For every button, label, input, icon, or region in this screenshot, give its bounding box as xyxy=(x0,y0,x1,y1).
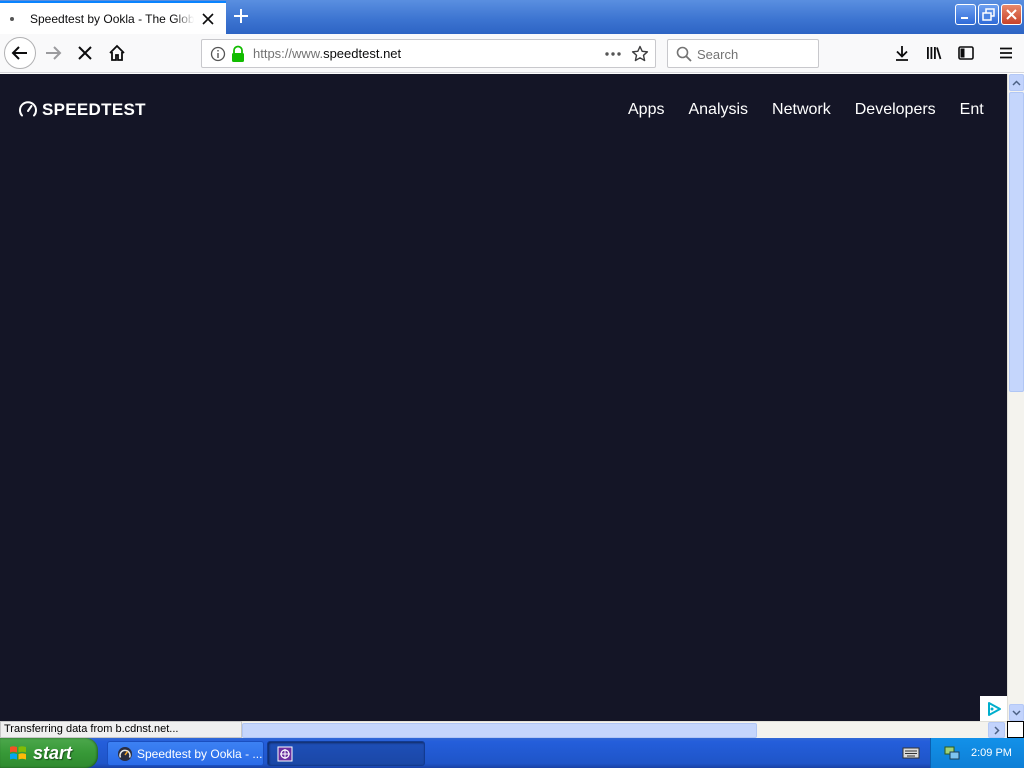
menu-button[interactable] xyxy=(991,38,1021,68)
chevron-right-icon xyxy=(993,725,1000,735)
horizontal-scrollbar[interactable] xyxy=(242,721,1007,738)
search-bar[interactable] xyxy=(667,39,819,68)
chevron-down-icon xyxy=(1012,709,1021,716)
taskbar-item-label: Speedtest by Ookla - ... xyxy=(137,746,263,761)
scroll-right-button[interactable] xyxy=(988,722,1005,738)
url-prefix: https://www. xyxy=(253,46,324,61)
scroll-down-button[interactable] xyxy=(1009,704,1024,721)
web-content: SPEEDTEST Apps Analysis Network Develope… xyxy=(0,74,1007,721)
library-button[interactable] xyxy=(919,38,949,68)
vertical-scroll-thumb[interactable] xyxy=(1009,92,1024,392)
scrollbar-corner xyxy=(1007,721,1024,738)
network-icon[interactable] xyxy=(943,744,961,762)
site-nav: Apps Analysis Network Developers Ent xyxy=(616,100,996,120)
stop-icon xyxy=(78,46,92,60)
status-bar: Transferring data from b.cdnst.net... xyxy=(0,721,242,738)
new-tab-button[interactable] xyxy=(230,5,252,27)
app-icon xyxy=(277,746,293,761)
nav-enterprise[interactable]: Ent xyxy=(948,100,996,120)
stop-button[interactable] xyxy=(70,38,100,68)
forward-icon xyxy=(46,46,62,60)
star-icon[interactable] xyxy=(631,45,649,63)
keyboard-icon[interactable] xyxy=(902,745,920,761)
menu-icon xyxy=(1000,47,1012,59)
gauge-icon xyxy=(19,101,37,117)
close-tab-icon[interactable] xyxy=(200,11,216,27)
tab-bar: Speedtest by Ookla - The Global Broadban… xyxy=(0,0,1024,34)
url-bar[interactable]: https://www.speedtest.net xyxy=(201,39,656,68)
lock-icon[interactable] xyxy=(230,45,246,63)
taskbar: start Speedtest by Ookla - ... 2:09 PM xyxy=(0,738,1024,768)
search-icon xyxy=(676,46,692,62)
nav-toolbar: https://www.speedtest.net xyxy=(0,34,1024,73)
minimize-icon xyxy=(961,17,968,19)
restore-icon xyxy=(982,8,995,21)
nav-analysis[interactable]: Analysis xyxy=(676,100,760,120)
back-icon xyxy=(11,46,27,60)
tab-speedtest[interactable]: Speedtest by Ookla - The Global Broadban… xyxy=(0,1,226,34)
url-text[interactable]: https://www.speedtest.net xyxy=(253,46,401,61)
ad-choices-badge[interactable] xyxy=(980,696,1007,721)
vertical-scrollbar[interactable] xyxy=(1007,74,1024,721)
more-icon[interactable] xyxy=(603,46,623,62)
start-label: start xyxy=(33,742,73,763)
back-button[interactable] xyxy=(4,37,36,69)
start-button[interactable]: start xyxy=(0,738,98,768)
loading-icon xyxy=(10,16,14,21)
taskbar-item-speedtest[interactable]: Speedtest by Ookla - ... xyxy=(107,741,264,766)
taskbar-item-app[interactable] xyxy=(267,741,425,766)
horizontal-scroll-thumb[interactable] xyxy=(242,723,757,738)
downloads-button[interactable] xyxy=(887,38,917,68)
home-button[interactable] xyxy=(102,38,132,68)
nav-developers[interactable]: Developers xyxy=(843,100,948,120)
restore-button[interactable] xyxy=(978,4,999,25)
close-window-button[interactable] xyxy=(1001,4,1022,25)
gauge-icon xyxy=(118,746,132,761)
system-tray: 2:09 PM xyxy=(930,738,1024,768)
library-icon xyxy=(927,47,942,60)
info-icon[interactable] xyxy=(210,46,226,62)
scroll-up-button[interactable] xyxy=(1009,74,1024,91)
tab-title: Speedtest by Ookla - The Global Broadban… xyxy=(30,11,194,26)
nav-apps[interactable]: Apps xyxy=(616,100,676,120)
chevron-up-icon xyxy=(1012,79,1021,86)
sidebar-button[interactable] xyxy=(951,38,981,68)
home-icon xyxy=(109,44,125,61)
minimize-button[interactable] xyxy=(955,4,976,25)
search-input[interactable] xyxy=(697,45,812,63)
nav-network[interactable]: Network xyxy=(760,100,843,120)
speedtest-logo[interactable]: SPEEDTEST xyxy=(18,100,146,120)
close-icon xyxy=(1006,9,1017,20)
adchoices-icon xyxy=(987,701,1001,716)
logo-text: SPEEDTEST xyxy=(42,100,146,119)
url-domain: speedtest.net xyxy=(323,46,402,61)
download-icon xyxy=(896,46,908,61)
sidebar-icon xyxy=(958,46,974,60)
clock[interactable]: 2:09 PM xyxy=(971,747,1012,759)
windows-logo-icon xyxy=(10,746,26,760)
forward-button[interactable] xyxy=(38,38,68,68)
